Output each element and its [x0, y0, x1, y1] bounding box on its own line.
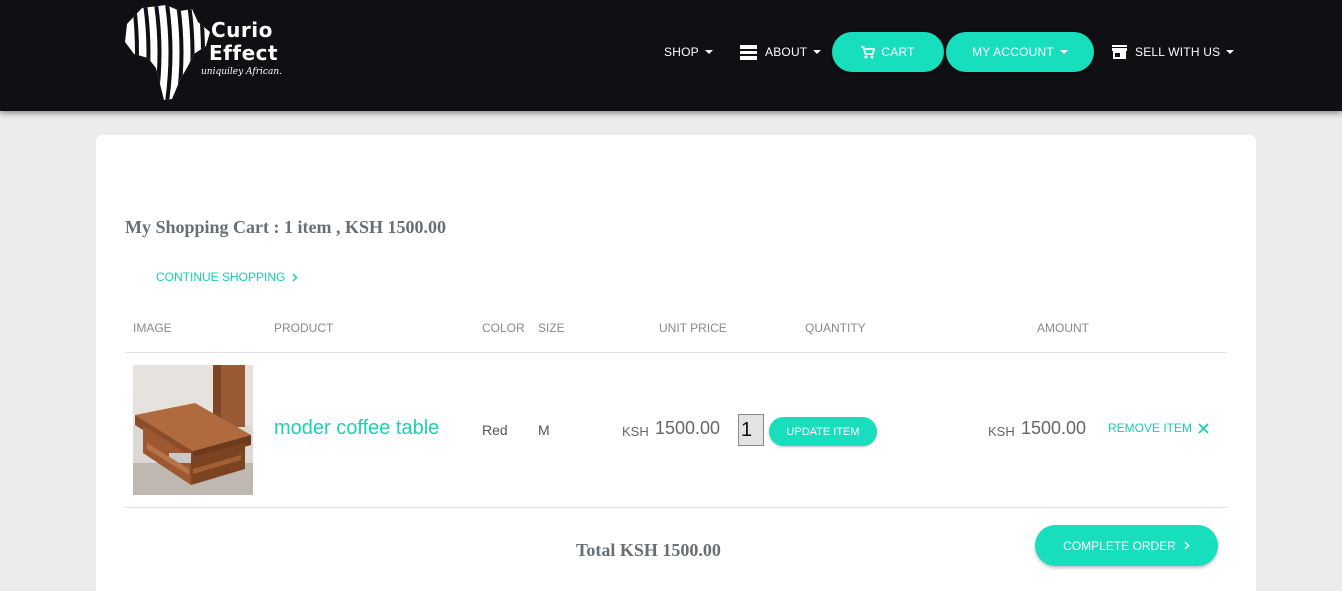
chevron-right-icon [292, 272, 298, 282]
quantity-input[interactable] [738, 414, 764, 446]
chevron-right-icon [1184, 541, 1190, 550]
continue-shopping-label: CONTINUE SHOPPING [156, 270, 286, 284]
table-divider [125, 507, 1227, 508]
continue-shopping-link[interactable]: CONTINUE SHOPPING [156, 270, 298, 284]
column-header-size: SIZE [538, 321, 565, 335]
product-image[interactable] [133, 365, 253, 495]
dropdown-caret-icon [813, 50, 822, 54]
column-header-amount: AMOUNT [1037, 321, 1089, 335]
nav-my-account-dropdown[interactable]: MY ACCOUNT [946, 32, 1094, 72]
item-color: Red [482, 422, 508, 438]
column-header-unit-price: UNIT PRICE [659, 321, 727, 335]
dropdown-caret-icon [704, 50, 713, 54]
column-header-product: PRODUCT [274, 321, 334, 335]
nav-about-dropdown[interactable]: ABOUT [740, 32, 822, 72]
nav-sell-label: SELL WITH US [1135, 45, 1221, 59]
update-item-button[interactable]: UPDATE ITEM [769, 417, 877, 446]
brand-tagline: uniquiley African. [201, 67, 282, 77]
africa-logo-icon [125, 5, 210, 100]
nav-sell-with-us-dropdown[interactable]: SELL WITH US [1112, 32, 1235, 72]
nav-about-label: ABOUT [765, 45, 808, 59]
dropdown-caret-icon [1059, 50, 1068, 54]
nav-cart-label: CART [881, 45, 915, 59]
coffee-table-photo [133, 365, 253, 495]
remove-item-label: REMOVE ITEM [1108, 421, 1193, 435]
product-name-link[interactable]: moder coffee table [274, 417, 439, 440]
cart-heading: My Shopping Cart : 1 item , KSH 1500.00 [125, 217, 447, 237]
column-header-quantity: QUANTITY [805, 321, 866, 335]
cart-icon [861, 45, 876, 58]
column-header-image: IMAGE [133, 321, 172, 335]
cart-card [96, 135, 1256, 591]
cart-total: Total KSH 1500.00 [576, 540, 721, 560]
dropdown-caret-icon [1226, 50, 1235, 54]
brand-name-line2: Effect [209, 41, 279, 65]
amount-value: 1500.00 [1021, 418, 1087, 438]
top-navbar: Curio Effect uniquiley African. SHOP ABO… [0, 0, 1342, 111]
nav-account-label: MY ACCOUNT [972, 45, 1054, 59]
amount-currency: KSH [988, 424, 1015, 439]
complete-order-label: COMPLETE ORDER [1063, 538, 1176, 553]
nav-shop-label: SHOP [664, 45, 699, 59]
complete-order-button[interactable]: COMPLETE ORDER [1035, 525, 1218, 566]
store-icon [1112, 45, 1127, 59]
item-size: M [538, 422, 550, 438]
brand-logo[interactable]: Curio Effect uniquiley African. [122, 4, 297, 102]
brand-name-line1: Curio [211, 18, 273, 42]
unit-price-currency: KSH [622, 424, 649, 439]
remove-item-button[interactable]: REMOVE ITEM [1108, 421, 1209, 435]
column-header-color: COLOR [482, 321, 525, 335]
nav-cart-button[interactable]: CART [832, 32, 944, 72]
nav-shop-dropdown[interactable]: SHOP [664, 32, 713, 72]
unit-price-value: 1500.00 [655, 418, 721, 438]
close-icon [1198, 422, 1209, 434]
table-divider [125, 352, 1227, 353]
menu-bars-icon [740, 44, 757, 60]
